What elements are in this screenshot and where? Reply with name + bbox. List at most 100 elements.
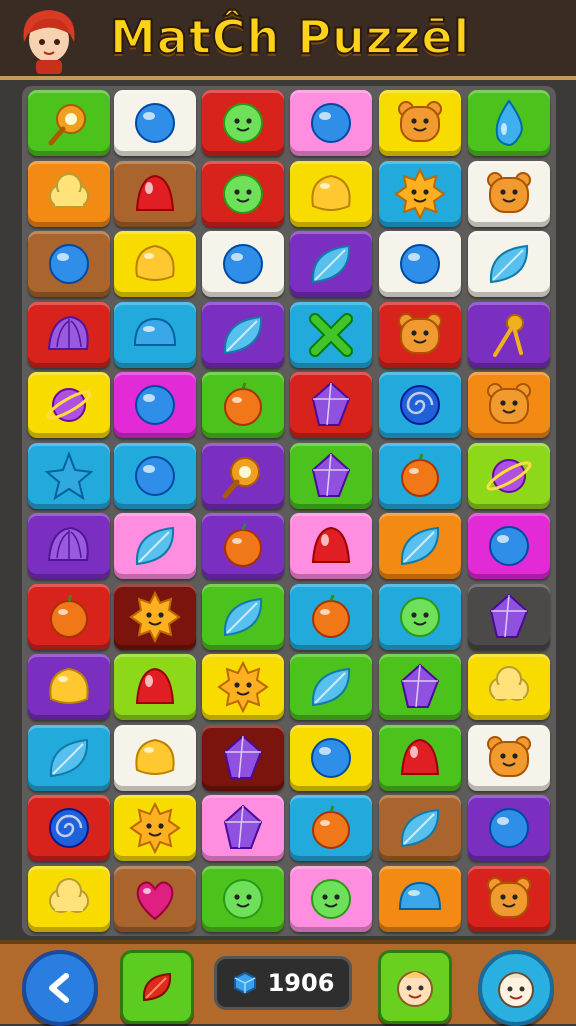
tile[interactable] (468, 724, 550, 791)
baby-face-icon (498, 972, 534, 1008)
orange-icon (312, 594, 350, 638)
chevron-left-icon (49, 973, 69, 1003)
tile[interactable] (114, 513, 196, 579)
ball-icon (49, 244, 89, 284)
tile[interactable] (290, 654, 372, 720)
tile[interactable] (290, 442, 372, 509)
cloud-icon (49, 877, 89, 913)
tile[interactable] (28, 724, 110, 791)
dome-icon (133, 317, 177, 346)
tile[interactable] (468, 301, 550, 368)
tile[interactable] (202, 795, 284, 861)
tile[interactable] (28, 583, 110, 650)
tile[interactable] (468, 865, 550, 932)
blob-icon (135, 244, 175, 281)
tile[interactable] (114, 90, 196, 156)
sun-icon (394, 167, 446, 220)
tile[interactable] (114, 865, 196, 932)
tile[interactable] (379, 724, 461, 791)
tile[interactable] (202, 372, 284, 438)
tile[interactable] (290, 231, 372, 297)
tile[interactable] (28, 795, 110, 861)
tile[interactable] (468, 372, 550, 438)
tile[interactable] (202, 865, 284, 932)
tile[interactable] (114, 231, 196, 297)
tile[interactable] (468, 90, 550, 156)
tile[interactable] (468, 795, 550, 861)
orange-icon (50, 594, 88, 638)
tile[interactable] (290, 513, 372, 579)
tile[interactable] (379, 231, 461, 297)
tile[interactable] (114, 654, 196, 720)
tile[interactable] (114, 372, 196, 438)
gumdrop-icon (400, 738, 440, 775)
tile[interactable] (202, 442, 284, 509)
tile[interactable] (379, 160, 461, 227)
tile[interactable] (28, 231, 110, 297)
cross-icon (309, 312, 353, 357)
tile[interactable] (290, 301, 372, 368)
friend-button[interactable] (378, 950, 452, 1024)
tile[interactable] (202, 724, 284, 791)
header: MatĈh Puzzēl (0, 0, 576, 80)
tile[interactable] (28, 90, 110, 156)
tile[interactable] (468, 231, 550, 297)
orange-icon (312, 805, 350, 849)
tile[interactable] (379, 513, 461, 579)
tile[interactable] (28, 513, 110, 579)
tile[interactable] (114, 583, 196, 650)
tile[interactable] (290, 160, 372, 227)
profile-button[interactable] (478, 950, 554, 1026)
tile[interactable] (114, 301, 196, 368)
bear-icon (398, 312, 442, 354)
tile[interactable] (202, 231, 284, 297)
tile[interactable] (379, 865, 461, 932)
tile[interactable] (290, 583, 372, 650)
tile[interactable] (290, 90, 372, 156)
tile[interactable] (28, 442, 110, 509)
tile[interactable] (468, 442, 550, 509)
game-title: MatĈh Puzzēl (109, 9, 471, 65)
tile[interactable] (379, 583, 461, 650)
tile[interactable] (468, 654, 550, 720)
tile[interactable] (379, 442, 461, 509)
tile[interactable] (202, 90, 284, 156)
tile[interactable] (28, 301, 110, 368)
tile[interactable] (379, 795, 461, 861)
tile[interactable] (379, 90, 461, 156)
tile[interactable] (114, 160, 196, 227)
bear-icon (398, 101, 442, 142)
tile[interactable] (202, 583, 284, 650)
tile[interactable] (379, 301, 461, 368)
tile[interactable] (114, 795, 196, 861)
tile[interactable] (114, 442, 196, 509)
ball-icon (489, 808, 529, 848)
tile[interactable] (290, 795, 372, 861)
sun-icon (129, 801, 181, 855)
tile[interactable] (28, 160, 110, 227)
tile[interactable] (28, 865, 110, 932)
tile[interactable] (290, 724, 372, 791)
leaf-icon (223, 315, 263, 354)
back-button[interactable] (22, 950, 98, 1026)
tile[interactable] (28, 654, 110, 720)
tile[interactable] (468, 583, 550, 650)
sun-icon (217, 660, 269, 714)
tile[interactable] (379, 654, 461, 720)
booster-button[interactable] (120, 950, 194, 1024)
player-avatar[interactable] (16, 4, 82, 76)
ball-icon (400, 244, 440, 284)
tile[interactable] (202, 654, 284, 720)
tile[interactable] (468, 160, 550, 227)
tile[interactable] (379, 372, 461, 438)
leaf-icon (311, 244, 351, 284)
tile[interactable] (202, 160, 284, 227)
tile[interactable] (290, 372, 372, 438)
tile[interactable] (114, 724, 196, 791)
tile[interactable] (202, 301, 284, 368)
gem-icon (233, 971, 256, 995)
tile[interactable] (28, 372, 110, 438)
tile[interactable] (468, 513, 550, 579)
tile[interactable] (290, 865, 372, 932)
tile[interactable] (202, 513, 284, 579)
